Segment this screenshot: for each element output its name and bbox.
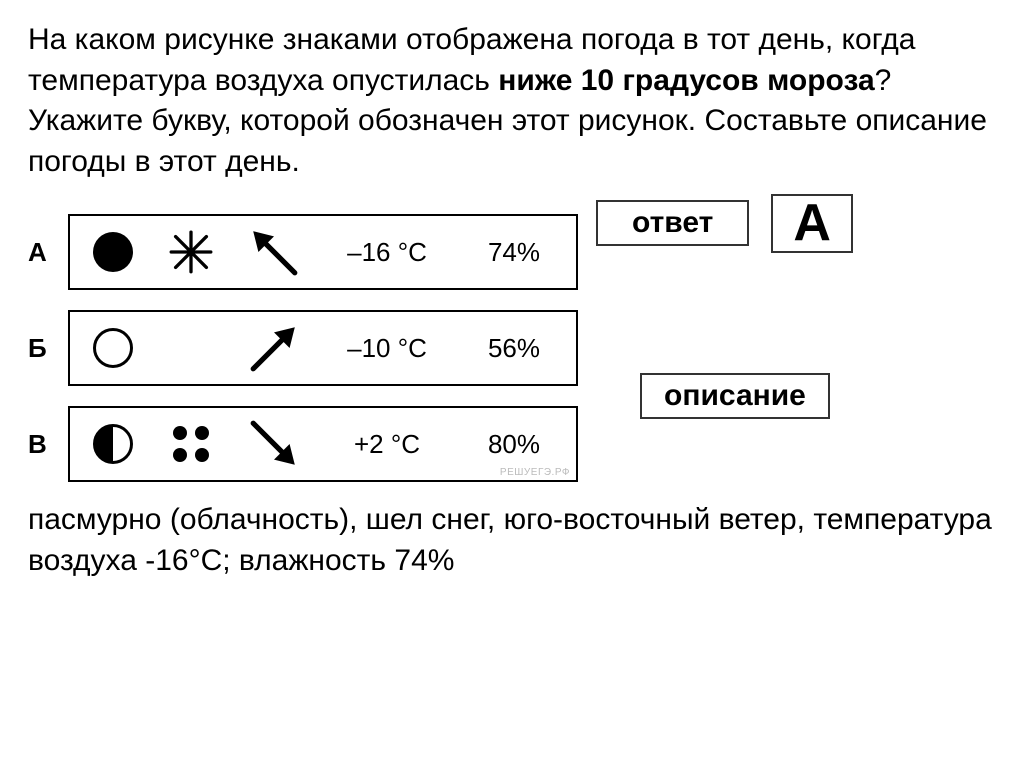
- option-row-b: Б –10 °C 56%: [28, 310, 578, 386]
- humidity-value: 80%: [470, 429, 540, 460]
- humidity-value: 74%: [470, 237, 540, 268]
- option-row-a: А –16 °C 74%: [28, 214, 578, 290]
- question-text: На каком рисунке знаками отображена пого…: [28, 20, 996, 182]
- overcast-icon: [88, 227, 138, 277]
- humidity-value: 56%: [470, 333, 540, 364]
- option-box: –16 °C 74%: [68, 214, 578, 290]
- wind-arrow-upright-icon: [244, 323, 304, 373]
- snow-icon: [166, 227, 216, 277]
- answer-value: А: [771, 194, 853, 253]
- wind-arrow-downright-icon: [244, 419, 304, 469]
- temperature-value: –10 °C: [332, 333, 442, 364]
- question-bold: ниже 10 градусов мороза: [498, 64, 874, 97]
- wind-arrow-upleft-icon: [244, 227, 304, 277]
- options-column: А –16 °C 74% Б: [28, 194, 578, 482]
- temperature-value: –16 °C: [332, 237, 442, 268]
- option-letter: В: [28, 429, 68, 460]
- rain-icon: [166, 419, 216, 469]
- option-box: –10 °C 56%: [68, 310, 578, 386]
- description-text: пасмурно (облачность), шел снег, юго-вос…: [28, 500, 996, 581]
- option-letter: Б: [28, 333, 68, 364]
- no-precip-icon: [166, 323, 216, 373]
- clear-icon: [88, 323, 138, 373]
- answer-label: ответ: [596, 200, 749, 246]
- option-box: +2 °C 80% РЕШУЕГЭ.РФ: [68, 406, 578, 482]
- temperature-value: +2 °C: [332, 429, 442, 460]
- right-column: ответ А описание: [578, 194, 996, 419]
- option-letter: А: [28, 237, 68, 268]
- option-row-v: В +2 °C 80% РЕШУЕГЭ.РФ: [28, 406, 578, 482]
- watermark: РЕШУЕГЭ.РФ: [500, 467, 570, 478]
- partly-cloudy-icon: [88, 419, 138, 469]
- description-label: описание: [640, 373, 830, 419]
